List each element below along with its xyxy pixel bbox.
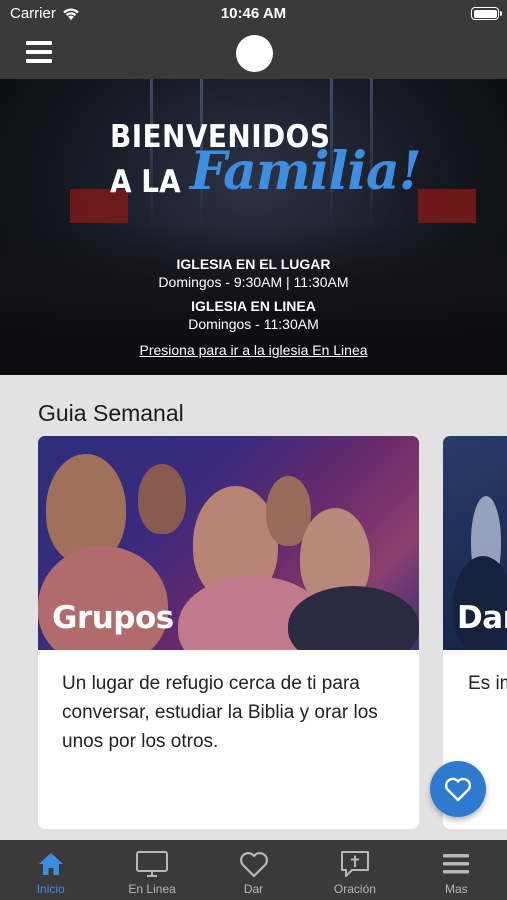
status-bar: Carrier 10:46 AM <box>0 0 507 28</box>
tab-label: Mas <box>444 882 468 896</box>
home-icon <box>38 853 63 875</box>
tab-label: Inicio <box>36 882 65 896</box>
card-grupos[interactable]: Grupos Un lugar de refugio cerca de ti p… <box>38 436 419 829</box>
tab-en-linea[interactable]: En Linea <box>101 840 202 900</box>
tab-inicio[interactable]: Inicio <box>0 840 101 900</box>
hamburger-menu-button[interactable] <box>24 39 56 67</box>
stage-screen-right <box>418 189 476 223</box>
in-person-heading: IGLESIA EN EL LUGAR <box>176 256 331 272</box>
heart-icon <box>444 777 472 802</box>
card-title: Dar <box>457 600 507 636</box>
battery-fill <box>473 9 497 18</box>
prayer-bubble-icon <box>340 851 369 877</box>
person-photo <box>138 464 186 534</box>
tab-dar[interactable]: Dar <box>203 840 304 900</box>
hero-title-line2: A LA <box>110 164 181 200</box>
tab-label: Oración <box>333 882 376 896</box>
monitor-icon <box>136 851 169 877</box>
hero-title-script: Familia! <box>190 141 422 202</box>
card-image: Grupos <box>38 436 419 650</box>
hamburger-icon <box>26 41 52 45</box>
in-person-times: Domingos - 9:30AM | 11:30AM <box>158 274 349 290</box>
tab-oracion[interactable]: Oración <box>304 840 405 900</box>
app-screen: Carrier 10:46 AM BIENVENIDOS A LA Famili… <box>0 0 507 900</box>
favorite-fab-button[interactable] <box>430 761 486 817</box>
card-description: Un lugar de refugio cerca de ti para con… <box>62 673 378 752</box>
nav-bar <box>0 28 507 79</box>
hamburger-icon-line <box>26 50 52 54</box>
card-image: Dar <box>443 436 507 650</box>
status-time: 10:46 AM <box>220 5 287 22</box>
online-times: Domingos - 11:30AM <box>188 316 319 332</box>
tab-mas[interactable]: Mas <box>406 840 507 900</box>
tab-label: Dar <box>243 882 264 896</box>
battery-icon <box>471 7 502 20</box>
service-times: IGLESIA EN EL LUGAR Domingos - 9:30AM | … <box>0 255 507 333</box>
tab-bar: Inicio En Linea Dar Oración Mas <box>0 840 507 900</box>
welcome-banner[interactable]: BIENVENIDOS A LA Familia! IGLESIA EN EL … <box>0 79 507 375</box>
section-title: Guia Semanal <box>38 400 184 426</box>
tab-label: En Linea <box>128 882 176 896</box>
heart-icon <box>239 851 268 877</box>
card-description: Es im haci alcar ayud mod <box>468 673 507 694</box>
hamburger-icon-line <box>26 59 52 63</box>
card-title: Grupos <box>52 600 174 636</box>
online-heading: IGLESIA EN LINEA <box>191 298 316 314</box>
app-logo[interactable] <box>236 35 273 72</box>
menu-lines-icon <box>443 854 470 874</box>
online-church-link[interactable]: Presiona para ir a la iglesia En Linea <box>0 342 507 358</box>
